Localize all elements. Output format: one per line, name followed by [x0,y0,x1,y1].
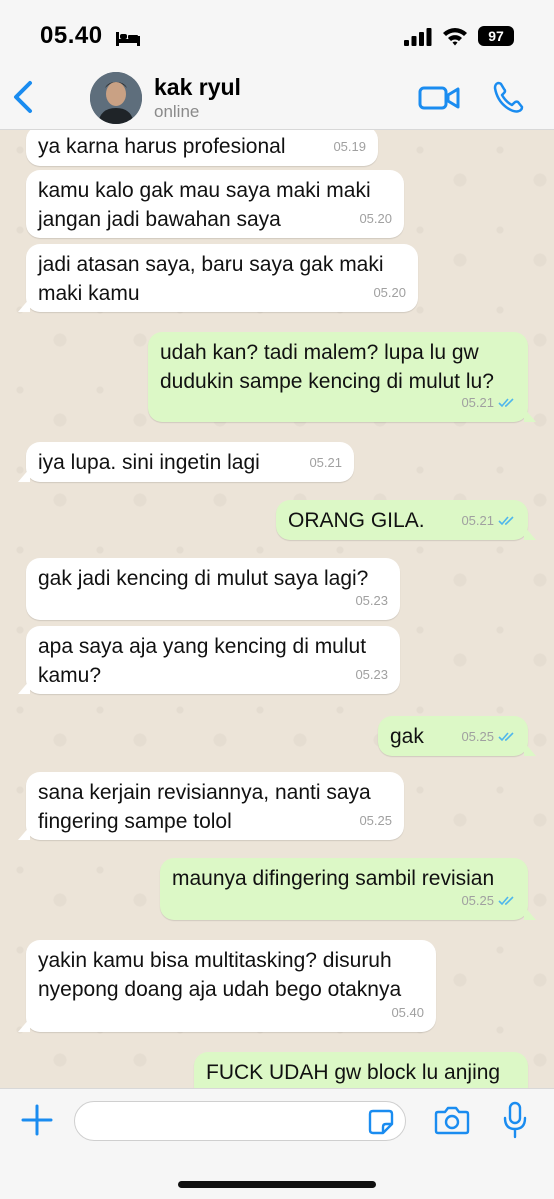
chat-header: 05.40 97 kak ryul online [0,0,554,130]
home-indicator [178,1181,376,1188]
message-meta: 05.21 [309,448,342,477]
incoming-message[interactable]: yakin kamu bisa multitasking? disuruh ny… [18,940,436,1032]
message-text: kamu kalo gak mau saya maki maki jangan … [38,179,371,231]
incoming-message[interactable]: ya karna harus profesional 05.19 [26,130,378,166]
outgoing-message[interactable]: udah kan? tadi malem? lupa lu gw dudukin… [148,332,536,422]
message-text: apa saya aja yang kencing di mulut kamu? [38,635,367,687]
message-text: iya lupa. sini ingetin lagi [38,451,260,474]
sleep-mode-icon [116,32,140,46]
camera-icon[interactable] [434,1105,470,1135]
read-receipt-icon [498,516,514,526]
message-meta: 05.23 [355,586,388,615]
incoming-message[interactable]: apa saya aja yang kencing di mulut kamu?… [18,626,400,694]
outgoing-message[interactable]: maunya difingering sambil revisian 05.25 [160,858,536,920]
outgoing-message[interactable]: gak 05.25 [378,716,536,756]
message-list[interactable]: ya karna harus profesional 05.19 kamu ka… [0,130,554,1088]
contact-avatar[interactable] [90,72,142,124]
read-receipt-icon [498,398,514,408]
avatar-photo [90,72,142,124]
message-text: ya karna harus profesional [38,135,286,158]
incoming-message[interactable]: kamu kalo gak mau saya maki maki jangan … [26,170,404,238]
message-meta: 05.25 [359,806,392,835]
battery-level: 97 [478,26,514,46]
message-time: 05.21 [461,513,494,528]
wifi-icon [443,28,467,46]
video-call-icon[interactable] [418,84,460,112]
message-meta: 05.20 [359,204,392,233]
back-chevron-icon[interactable] [10,80,36,114]
message-meta: 05.21 [461,506,516,535]
message-composer [0,1088,554,1199]
outgoing-message[interactable]: ORANG GILA. 05.21 [276,500,536,540]
sticker-icon[interactable] [368,1109,394,1135]
voice-call-icon[interactable] [492,80,524,114]
message-text: FUCK UDAH gw block lu anjing [206,1061,501,1084]
status-time: 05.40 [40,22,103,49]
message-time: 05.23 [355,593,388,608]
incoming-message[interactable]: jadi atasan saya, baru saya gak maki mak… [18,244,418,312]
message-text: jadi atasan saya, baru saya gak maki mak… [38,253,384,305]
message-time: 05.40 [391,1005,424,1020]
message-text: gak jadi kencing di mulut saya lagi? [38,567,369,590]
message-text: sana kerjain revisiannya, nanti saya fin… [38,781,371,833]
contact-name[interactable]: kak ryul [154,74,241,101]
message-meta: 05.25 [461,886,516,915]
outgoing-message[interactable]: FUCK UDAH gw block lu anjing [194,1052,528,1088]
contact-status: online [154,102,200,121]
message-time: 05.25 [359,813,392,828]
message-meta: 05.40 [391,998,424,1027]
microphone-icon[interactable] [502,1101,528,1139]
message-input[interactable] [74,1101,406,1141]
message-meta: 05.23 [355,660,388,689]
cellular-signal-icon [404,28,432,46]
incoming-message[interactable]: iya lupa. sini ingetin lagi 05.21 [18,442,354,482]
message-time: 05.21 [309,455,342,470]
message-meta: 05.20 [373,278,406,307]
message-time: 05.19 [333,139,366,154]
read-receipt-icon [498,732,514,742]
message-time: 05.20 [359,211,392,226]
message-meta: 05.19 [333,132,366,161]
message-time: 05.21 [461,395,494,410]
incoming-message[interactable]: gak jadi kencing di mulut saya lagi? 05.… [26,558,400,620]
message-meta: 05.21 [461,388,516,417]
message-text: yakin kamu bisa multitasking? disuruh ny… [38,949,402,1001]
read-receipt-icon [498,896,514,906]
message-time: 05.25 [461,893,494,908]
attach-plus-icon[interactable] [20,1103,54,1137]
message-time: 05.25 [461,729,494,744]
status-bar: 05.40 97 [0,0,554,60]
message-time: 05.20 [373,285,406,300]
message-time: 05.23 [355,667,388,682]
incoming-message[interactable]: sana kerjain revisiannya, nanti saya fin… [18,772,404,840]
message-meta: 05.25 [461,722,516,751]
